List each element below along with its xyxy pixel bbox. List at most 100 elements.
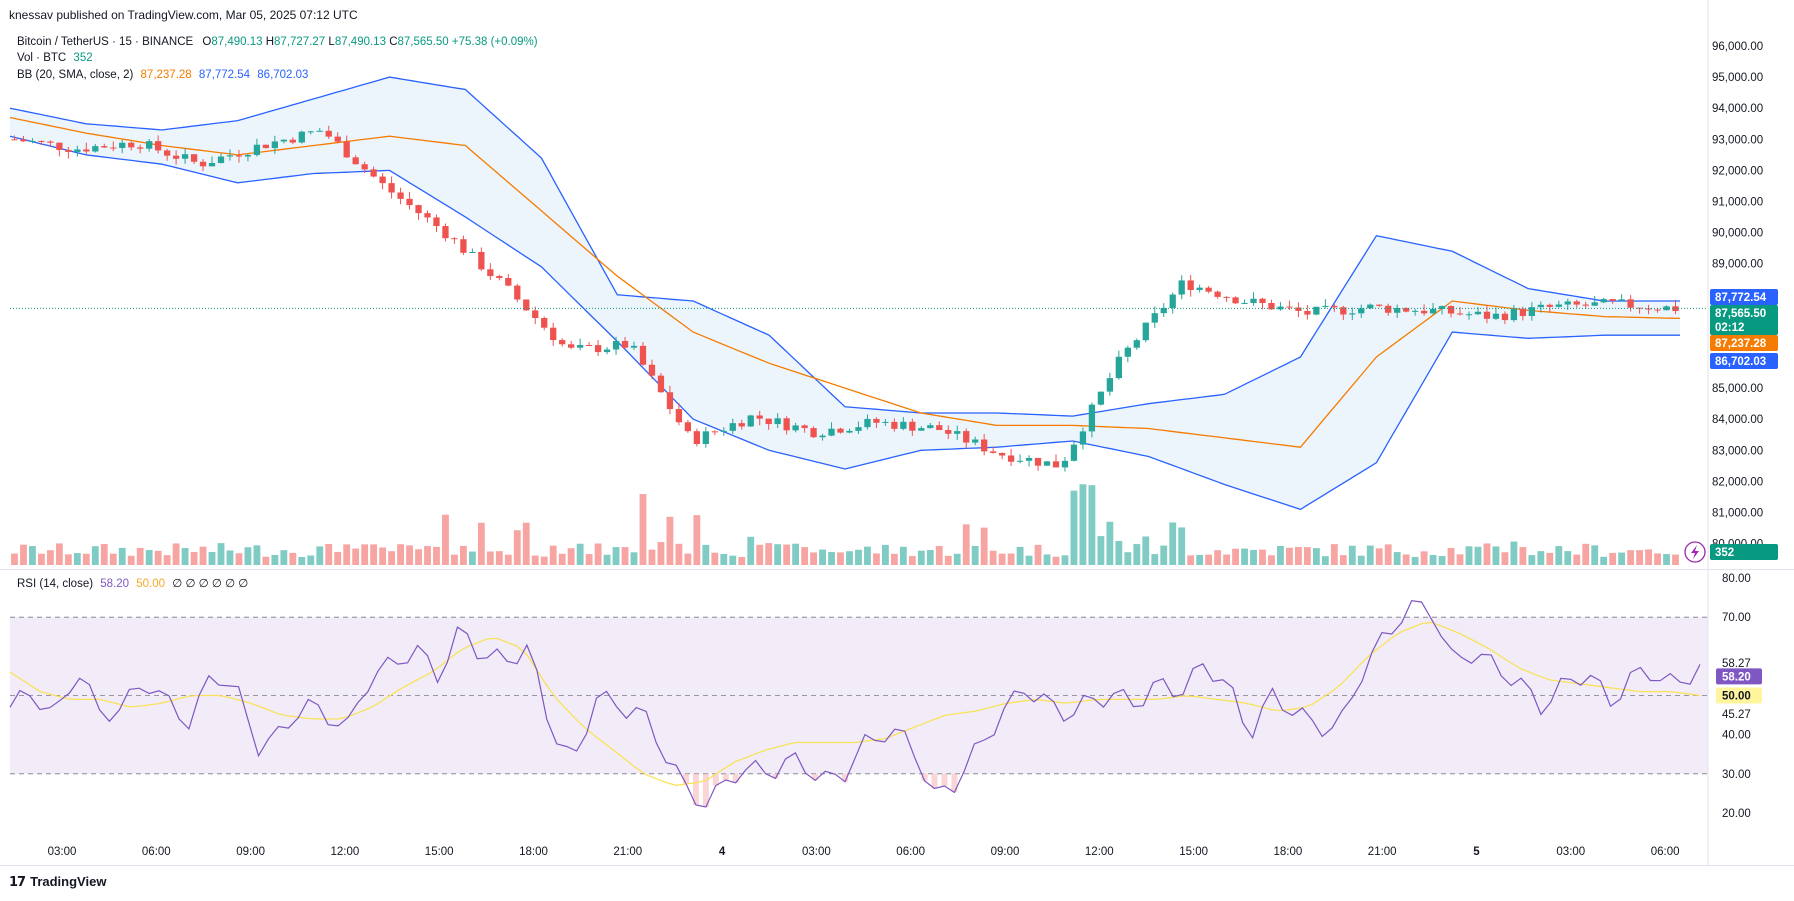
volume-bar bbox=[989, 550, 997, 565]
rsi-value-tag: 58.20 bbox=[1716, 668, 1762, 685]
bb-upper-value: 87,772.54 bbox=[198, 69, 251, 81]
volume-bar bbox=[1474, 546, 1482, 565]
volume-bar bbox=[495, 551, 503, 565]
price-pane[interactable] bbox=[9, 76, 1708, 565]
volume-bar bbox=[1214, 550, 1222, 565]
candle bbox=[684, 419, 692, 433]
volume-bar bbox=[343, 544, 351, 565]
volume-bar bbox=[486, 551, 494, 565]
volume-bar bbox=[424, 546, 431, 565]
volume-bar bbox=[1321, 556, 1329, 565]
price-tick: 89,000.00 bbox=[1712, 259, 1763, 271]
high-label: H bbox=[265, 36, 275, 48]
volume-label[interactable]: Vol · BTC bbox=[17, 52, 66, 64]
candle bbox=[469, 248, 476, 254]
volume-bar bbox=[468, 551, 476, 565]
lightning-icon[interactable] bbox=[1684, 541, 1706, 563]
candle bbox=[1106, 372, 1114, 396]
time-tick: 06:00 bbox=[1651, 846, 1680, 858]
volume-bar bbox=[154, 550, 162, 565]
candle bbox=[406, 192, 413, 210]
volume-bar bbox=[855, 549, 862, 565]
volume-bar bbox=[522, 522, 530, 565]
volume-bar bbox=[1016, 546, 1024, 565]
volume-bar bbox=[1312, 548, 1320, 565]
rsi-ma-value: 50.00 bbox=[136, 578, 166, 590]
volume-bar bbox=[334, 551, 342, 565]
volume-bar bbox=[738, 556, 746, 565]
volume-bar bbox=[325, 543, 333, 565]
volume-bar bbox=[271, 554, 279, 565]
volume-bar bbox=[397, 544, 404, 565]
candle bbox=[523, 299, 530, 311]
volume-bar bbox=[908, 556, 916, 565]
rsi-extra-values: ∅ ∅ ∅ ∅ ∅ ∅ bbox=[172, 578, 249, 590]
svg-text:87,565.50: 87,565.50 bbox=[1715, 308, 1766, 320]
rsi-tick: 58.27 bbox=[1722, 658, 1751, 670]
candle bbox=[1187, 275, 1194, 297]
volume-bar bbox=[1357, 555, 1365, 565]
candle bbox=[1618, 294, 1625, 302]
bb-legend[interactable]: BB (20, SMA, close, 2) 87,237.28 87,772.… bbox=[17, 68, 308, 82]
volume-bar bbox=[1034, 544, 1042, 565]
volume-bar bbox=[1330, 544, 1338, 565]
volume-bar bbox=[118, 547, 126, 565]
candle bbox=[702, 427, 709, 448]
volume-legend[interactable]: Vol · BTC 352 bbox=[17, 51, 93, 65]
volume-bar bbox=[415, 549, 422, 565]
volume-bar bbox=[576, 543, 584, 565]
volume-bar bbox=[1205, 554, 1213, 565]
volume-bar bbox=[361, 544, 369, 565]
candle bbox=[998, 452, 1006, 460]
publisher-line: knessav published on TradingView.com, Ma… bbox=[9, 8, 358, 22]
price-tick: 91,000.00 bbox=[1712, 197, 1763, 209]
candle bbox=[379, 173, 386, 190]
volume-bar bbox=[1268, 555, 1275, 565]
volume-bar bbox=[828, 552, 835, 565]
volume-bar bbox=[594, 543, 602, 565]
volume-bar bbox=[1573, 554, 1581, 565]
time-axis[interactable]: 03:00 06:00 09:00 12:00 15:00 18:00 21:00 4 03:0… bbox=[48, 846, 1680, 858]
time-tick: 06:00 bbox=[896, 846, 925, 858]
volume-bar bbox=[127, 555, 135, 565]
time-tick: 15:00 bbox=[1179, 846, 1208, 858]
volume-bar bbox=[1061, 555, 1069, 565]
candle bbox=[594, 340, 602, 357]
volume-bar bbox=[1528, 555, 1536, 565]
volume-bar bbox=[226, 550, 234, 565]
volume-bar bbox=[648, 549, 656, 565]
volume-bar bbox=[1259, 549, 1266, 565]
volume-bar bbox=[307, 555, 315, 565]
volume-bar bbox=[540, 556, 548, 565]
volume-bar bbox=[1079, 484, 1087, 565]
volume-bar bbox=[926, 550, 934, 565]
volume-bar bbox=[1582, 543, 1590, 565]
tradingview-logo[interactable]: 𝟭𝟳 TradingView bbox=[9, 874, 106, 890]
volume-bar bbox=[720, 553, 728, 565]
volume-bar bbox=[1178, 527, 1186, 565]
volume-bar bbox=[73, 553, 81, 565]
volume-bar bbox=[20, 544, 27, 565]
candle bbox=[1295, 302, 1302, 318]
volume-bar bbox=[1187, 555, 1195, 565]
volume-bar bbox=[145, 550, 153, 565]
rsi-label[interactable]: RSI (14, close) bbox=[17, 578, 93, 590]
rsi-legend[interactable]: RSI (14, close) 58.20 50.00 ∅ ∅ ∅ ∅ ∅ ∅ bbox=[17, 577, 248, 591]
volume-bar bbox=[172, 543, 180, 565]
change-value: +75.38 (+0.09%) bbox=[451, 36, 538, 48]
candle bbox=[1259, 297, 1266, 310]
time-tick: 5 bbox=[1473, 846, 1480, 858]
bollinger-band-fill bbox=[10, 77, 1680, 510]
open-label: O bbox=[202, 36, 212, 48]
volume-bar bbox=[244, 547, 252, 565]
bb-label[interactable]: BB (20, SMA, close, 2) bbox=[17, 69, 133, 81]
chart-canvas[interactable]: 96,000.00 95,000.00 94,000.00 93,000.00 92,0… bbox=[0, 0, 1794, 901]
candle bbox=[424, 210, 431, 223]
volume-bar bbox=[765, 543, 773, 565]
volume-bar bbox=[451, 554, 458, 565]
rsi-pane[interactable] bbox=[9, 599, 1708, 808]
volume-bar bbox=[1286, 547, 1293, 565]
symbol-name[interactable]: Bitcoin / TetherUS · 15 · BINANCE bbox=[17, 36, 193, 48]
symbol-legend[interactable]: Bitcoin / TetherUS · 15 · BINANCE O87,49… bbox=[17, 35, 538, 49]
candle bbox=[1304, 304, 1311, 320]
